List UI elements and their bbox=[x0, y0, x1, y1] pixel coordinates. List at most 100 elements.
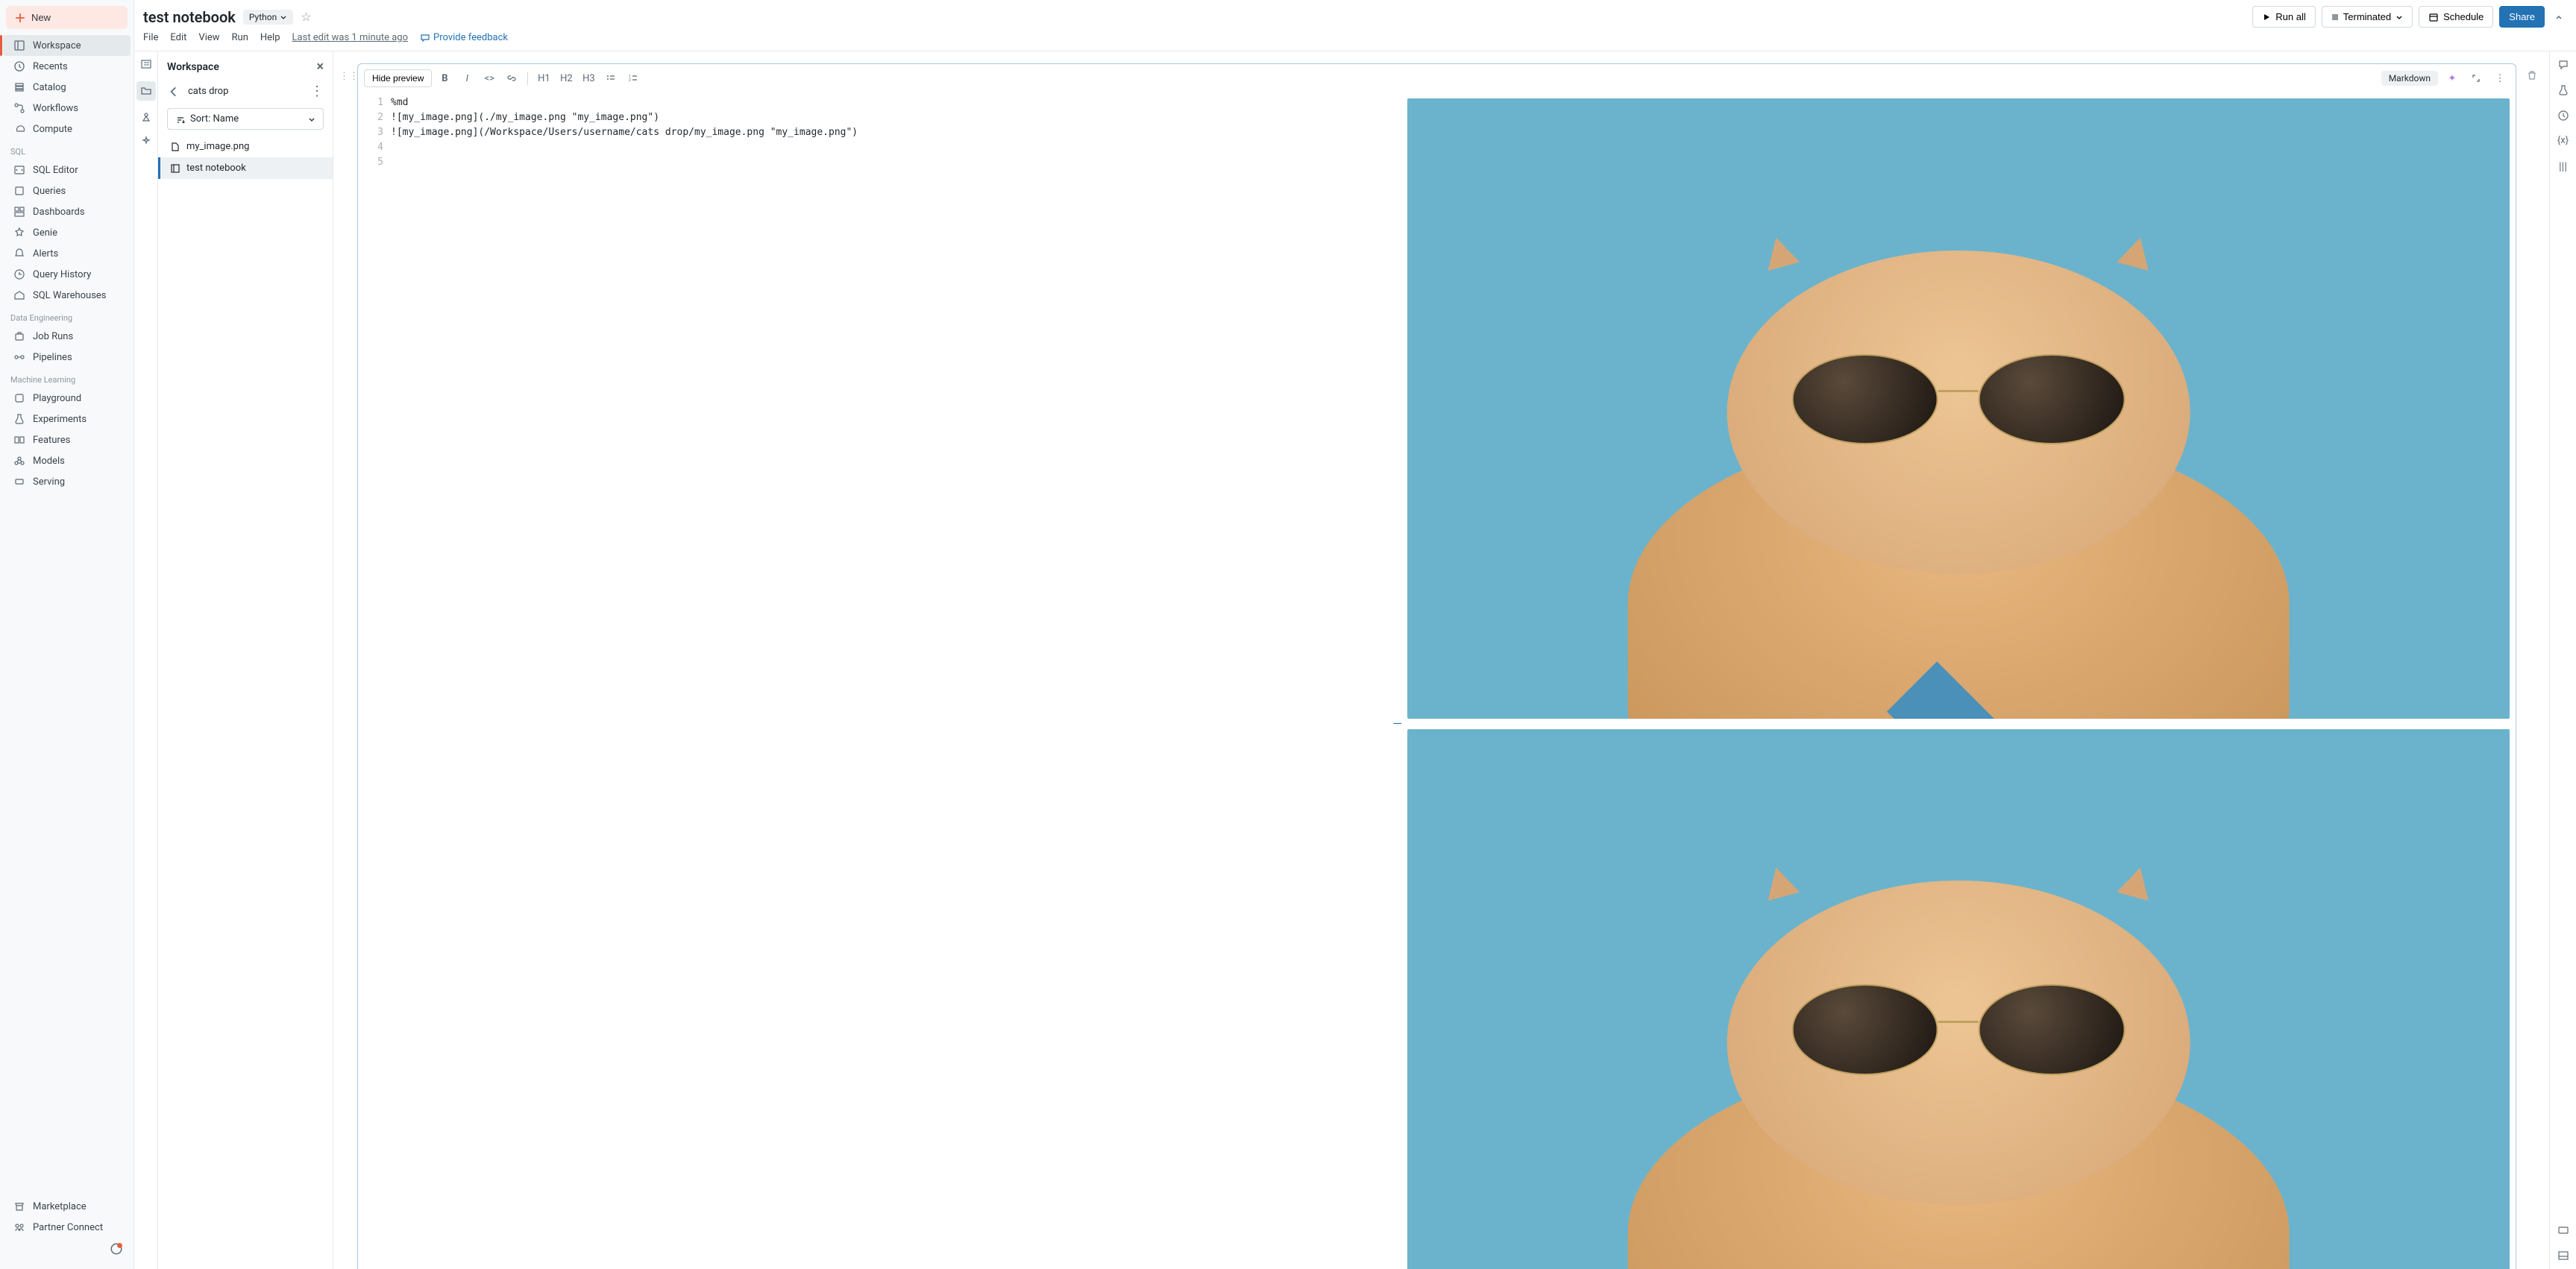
schedule-button[interactable]: Schedule bbox=[2419, 6, 2493, 28]
jobs-icon bbox=[13, 330, 25, 342]
revisions-icon[interactable] bbox=[2557, 110, 2569, 122]
sidebar-item-workspace[interactable]: Workspace bbox=[3, 35, 131, 56]
sidebar-item-warehouses[interactable]: SQL Warehouses bbox=[3, 285, 131, 306]
sidebar-item-dashboards[interactable]: Dashboards bbox=[3, 201, 131, 222]
pane-divider[interactable]: — bbox=[1394, 92, 1401, 1269]
sidebar-label: Marketplace bbox=[33, 1201, 87, 1212]
code-editor[interactable]: 1 2 3 4 5 %md ![my_im bbox=[358, 92, 1394, 1269]
menu-view[interactable]: View bbox=[198, 32, 219, 43]
catalog-icon bbox=[13, 81, 25, 93]
run-all-button[interactable]: Run all bbox=[2252, 6, 2315, 28]
sidebar-item-recents[interactable]: Recents bbox=[3, 56, 131, 77]
h2-button[interactable]: H2 bbox=[556, 69, 576, 88]
code-button[interactable]: <> bbox=[480, 69, 499, 88]
sidebar-item-marketplace[interactable]: Marketplace bbox=[3, 1196, 131, 1217]
new-button[interactable]: New bbox=[6, 6, 128, 29]
sidebar-label: Serving bbox=[33, 476, 65, 488]
chat-icon bbox=[420, 33, 430, 43]
sidebar-item-compute[interactable]: Compute bbox=[3, 119, 131, 139]
file-item[interactable]: my_image.png bbox=[158, 136, 333, 157]
right-rail: {x} ||| bbox=[2549, 51, 2576, 1269]
sidebar-item-pipelines[interactable]: Pipelines bbox=[3, 347, 131, 368]
sidebar-item-partner[interactable]: Partner Connect bbox=[3, 1217, 131, 1238]
tool-assistant-icon[interactable] bbox=[139, 135, 153, 148]
italic-button[interactable]: I bbox=[457, 69, 477, 88]
compute-status-button[interactable]: Terminated bbox=[2322, 6, 2413, 28]
h3-button[interactable]: H3 bbox=[579, 69, 598, 88]
sidebar-item-queries[interactable]: Queries bbox=[3, 180, 131, 201]
star-icon[interactable]: ☆ bbox=[301, 10, 311, 24]
hide-preview-button[interactable]: Hide preview bbox=[364, 69, 432, 87]
experiments-icon[interactable] bbox=[2557, 84, 2569, 96]
sidebar-item-catalog[interactable]: Catalog bbox=[3, 77, 131, 98]
close-icon[interactable]: × bbox=[316, 59, 324, 75]
sidebar-label: Pipelines bbox=[33, 352, 72, 363]
file-name: my_image.png bbox=[186, 141, 249, 152]
left-tool-column bbox=[134, 51, 158, 1269]
sidebar-item-features[interactable]: Features bbox=[3, 429, 131, 450]
editor-area: ⋮⋮ Hide preview B I <> H1 H2 bbox=[333, 51, 2576, 1269]
schedule-label: Schedule bbox=[2443, 11, 2484, 22]
marketplace-icon bbox=[13, 1200, 25, 1212]
kebab-icon[interactable]: ⋮ bbox=[310, 84, 324, 99]
sidebar-item-sql-editor[interactable]: SQL Editor bbox=[3, 160, 131, 180]
svg-text:2: 2 bbox=[629, 78, 631, 83]
sort-label: Sort: Name bbox=[190, 113, 239, 125]
cell-toolbar: Hide preview B I <> H1 H2 H3 12 bbox=[358, 64, 2516, 92]
pipelines-icon bbox=[13, 351, 25, 363]
collapse-toggle[interactable] bbox=[2551, 9, 2567, 25]
menu-help[interactable]: Help bbox=[260, 32, 280, 43]
columns-icon[interactable]: ||| bbox=[2559, 160, 2567, 173]
sidebar-label: Job Runs bbox=[33, 331, 73, 342]
bold-button[interactable]: B bbox=[435, 69, 454, 88]
sidebar-item-genie[interactable]: Genie bbox=[3, 222, 131, 243]
kebab-icon[interactable]: ⋮ bbox=[2490, 69, 2510, 88]
activity-icon[interactable] bbox=[105, 1238, 128, 1260]
tool-toc-icon[interactable] bbox=[139, 57, 153, 71]
menu-file[interactable]: File bbox=[143, 32, 158, 43]
sparkle-icon[interactable]: ✦ bbox=[2443, 69, 2462, 88]
queries-icon bbox=[13, 185, 25, 197]
sidebar-item-playground[interactable]: Playground bbox=[3, 388, 131, 409]
expand-icon[interactable] bbox=[2466, 69, 2486, 88]
panel-icon[interactable] bbox=[2557, 1250, 2569, 1262]
tool-schema-icon[interactable] bbox=[139, 111, 153, 125]
share-button[interactable]: Share bbox=[2499, 6, 2545, 28]
sidebar-item-models[interactable]: Models bbox=[3, 450, 131, 471]
comments-icon[interactable] bbox=[2557, 59, 2569, 71]
back-arrow-icon[interactable] bbox=[167, 85, 180, 98]
workspace-path[interactable]: cats drop bbox=[188, 86, 303, 97]
sidebar-item-experiments[interactable]: Experiments bbox=[3, 409, 131, 429]
numbered-list-button[interactable]: 12 bbox=[623, 69, 643, 88]
menu-edit[interactable]: Edit bbox=[170, 32, 186, 43]
workspace-panel-title: Workspace bbox=[167, 61, 219, 73]
link-button[interactable] bbox=[502, 69, 521, 88]
sidebar-item-workflows[interactable]: Workflows bbox=[3, 98, 131, 119]
sidebar-label: SQL Editor bbox=[33, 165, 78, 176]
tool-folder-icon[interactable] bbox=[136, 81, 156, 101]
sidebar-item-query-history[interactable]: Query History bbox=[3, 264, 131, 285]
shortcuts-icon[interactable] bbox=[2557, 1224, 2569, 1236]
menu-run[interactable]: Run bbox=[232, 32, 248, 43]
feedback-label: Provide feedback bbox=[433, 32, 508, 43]
feedback-link[interactable]: Provide feedback bbox=[420, 32, 508, 43]
variables-icon[interactable]: {x} bbox=[2557, 135, 2569, 146]
last-edit-link[interactable]: Last edit was 1 minute ago bbox=[292, 32, 409, 43]
sort-dropdown[interactable]: Sort: Name bbox=[167, 108, 324, 130]
h1-button[interactable]: H1 bbox=[534, 69, 553, 88]
notebook-title[interactable]: test notebook bbox=[143, 8, 236, 26]
sidebar-label: Playground bbox=[33, 393, 81, 404]
language-selector[interactable]: Python bbox=[243, 10, 293, 25]
history-icon bbox=[13, 268, 25, 280]
sidebar-label: Alerts bbox=[33, 248, 58, 259]
mode-badge[interactable]: Markdown bbox=[2381, 71, 2438, 86]
drag-handle-icon[interactable]: ⋮⋮ bbox=[339, 63, 353, 1269]
bullet-list-button[interactable] bbox=[601, 69, 621, 88]
sidebar-item-job-runs[interactable]: Job Runs bbox=[3, 326, 131, 347]
delete-cell-icon[interactable] bbox=[2526, 69, 2538, 81]
sidebar-item-alerts[interactable]: Alerts bbox=[3, 243, 131, 264]
file-item[interactable]: test notebook bbox=[158, 157, 333, 179]
code-lines: %md ![my_image.png](./my_image.png "my_i… bbox=[391, 95, 1394, 1269]
sidebar-item-serving[interactable]: Serving bbox=[3, 471, 131, 492]
sidebar-label: Queries bbox=[33, 186, 66, 197]
